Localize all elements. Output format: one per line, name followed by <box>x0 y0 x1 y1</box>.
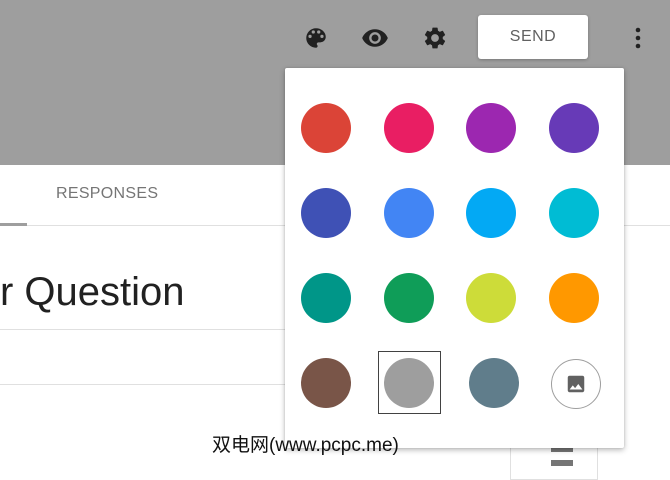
palette-button[interactable] <box>296 18 336 58</box>
swatch-orange[interactable] <box>549 273 599 323</box>
tab-responses[interactable]: RESPONSES <box>56 185 158 203</box>
description-underline <box>0 384 290 385</box>
swatch-red[interactable] <box>301 103 351 153</box>
tab-questions-indicator <box>0 223 27 226</box>
image-icon <box>567 375 585 393</box>
more-vert-icon <box>635 27 641 49</box>
swatch-brown[interactable] <box>301 358 351 408</box>
title-underline <box>0 329 290 330</box>
send-button[interactable]: SEND <box>478 15 588 59</box>
gear-icon <box>424 27 446 49</box>
swatch-light-blue[interactable] <box>466 188 516 238</box>
more-options-button[interactable] <box>618 18 658 58</box>
swatch-green[interactable] <box>384 273 434 323</box>
swatch-pink[interactable] <box>384 103 434 153</box>
choose-image-button[interactable] <box>551 359 601 409</box>
section-icon-bar <box>551 460 573 466</box>
preview-button[interactable] <box>355 18 395 58</box>
swatch-blue-grey[interactable] <box>469 358 519 408</box>
swatch-lime[interactable] <box>466 273 516 323</box>
watermark-text: 双电网(www.pcpc.me) <box>212 435 399 456</box>
swatch-blue[interactable] <box>384 188 434 238</box>
swatch-purple[interactable] <box>466 103 516 153</box>
swatch-deep-purple[interactable] <box>549 103 599 153</box>
swatch-teal[interactable] <box>301 273 351 323</box>
theme-color-picker <box>285 68 624 448</box>
swatch-cyan[interactable] <box>549 188 599 238</box>
palette-icon <box>306 28 326 48</box>
settings-button[interactable] <box>415 18 455 58</box>
form-title[interactable]: r Question <box>0 270 185 315</box>
swatch-grey[interactable] <box>384 358 434 408</box>
swatch-indigo[interactable] <box>301 188 351 238</box>
eye-icon <box>362 29 388 47</box>
